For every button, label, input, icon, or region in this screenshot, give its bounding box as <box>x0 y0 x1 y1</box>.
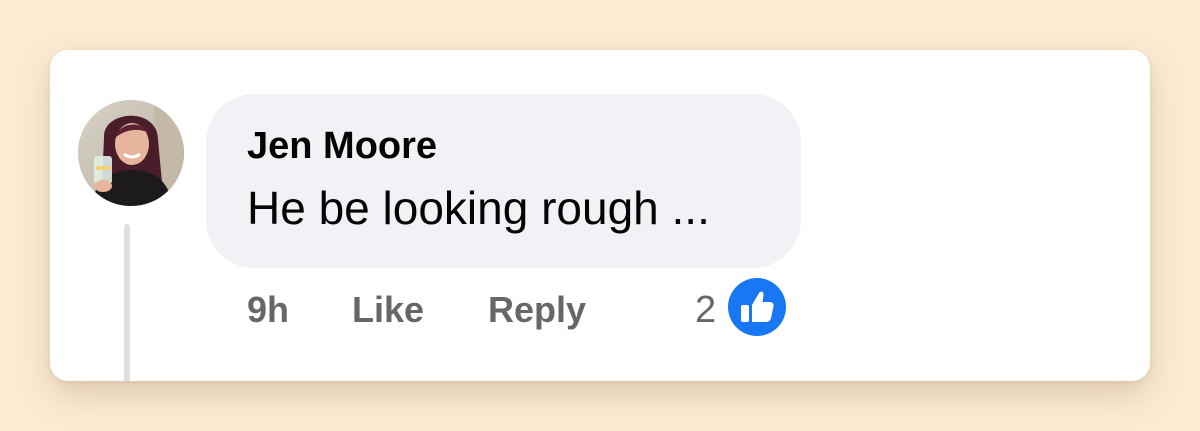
avatar[interactable] <box>78 100 184 206</box>
thread-line <box>124 224 130 381</box>
comment-timestamp[interactable]: 9h <box>247 285 289 335</box>
comment-text: He be looking rough ... <box>247 182 710 234</box>
like-icon <box>726 276 788 338</box>
clipped-previous-text: · · · · · <box>420 50 546 68</box>
avatar-photo <box>78 100 184 206</box>
comment-bubble: Jen Moore He be looking rough ... <box>206 94 801 268</box>
comment-card: · · · · · Jen Moore He be looking rough … <box>50 50 1150 381</box>
reaction-count: 2 <box>695 289 717 331</box>
reply-button[interactable]: Reply <box>488 285 586 335</box>
comment-author[interactable]: Jen Moore <box>247 124 437 168</box>
like-button[interactable]: Like <box>352 285 424 335</box>
